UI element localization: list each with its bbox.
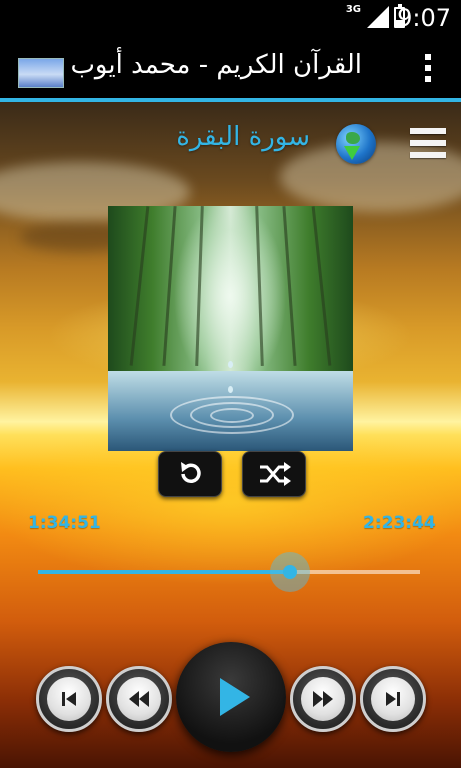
total-duration: 2:23:44 [363, 513, 436, 533]
skip-previous-icon [62, 692, 76, 706]
globe-download-icon[interactable] [336, 124, 376, 164]
shuffle-icon [260, 462, 291, 486]
play-icon [220, 678, 250, 716]
seek-thumb[interactable] [270, 552, 311, 592]
player-screen: سورة البقرة 1:34:51 2:23:44 [0, 102, 461, 768]
surah-title: سورة البقرة [176, 122, 310, 152]
fast-forward-button[interactable] [290, 666, 356, 732]
app-logo-icon [18, 58, 64, 88]
elapsed-time: 1:34:51 [28, 513, 101, 533]
play-button[interactable] [176, 642, 286, 752]
skip-next-icon [386, 692, 400, 706]
skip-next-button[interactable] [360, 666, 426, 732]
album-art [108, 206, 353, 451]
seek-progress [38, 570, 291, 574]
fast-forward-icon [313, 691, 333, 707]
menu-icon[interactable] [410, 128, 446, 170]
overflow-menu-icon[interactable] [423, 54, 433, 90]
status-clock: 9:07 [397, 4, 451, 32]
skip-previous-button[interactable] [36, 666, 102, 732]
rewind-icon [129, 691, 149, 707]
shuffle-button[interactable] [242, 451, 306, 497]
app-title: القرآن الكريم - محمد أيوب [70, 50, 362, 80]
rewind-button[interactable] [106, 666, 172, 732]
repeat-button[interactable] [158, 451, 222, 497]
signal-icon [367, 6, 389, 28]
network-type-label: 3G [345, 4, 361, 15]
status-bar: 3G 9:07 [0, 0, 461, 38]
repeat-icon [181, 462, 201, 484]
action-bar: القرآن الكريم - محمد أيوب [0, 38, 461, 102]
seek-bar[interactable] [38, 570, 420, 574]
